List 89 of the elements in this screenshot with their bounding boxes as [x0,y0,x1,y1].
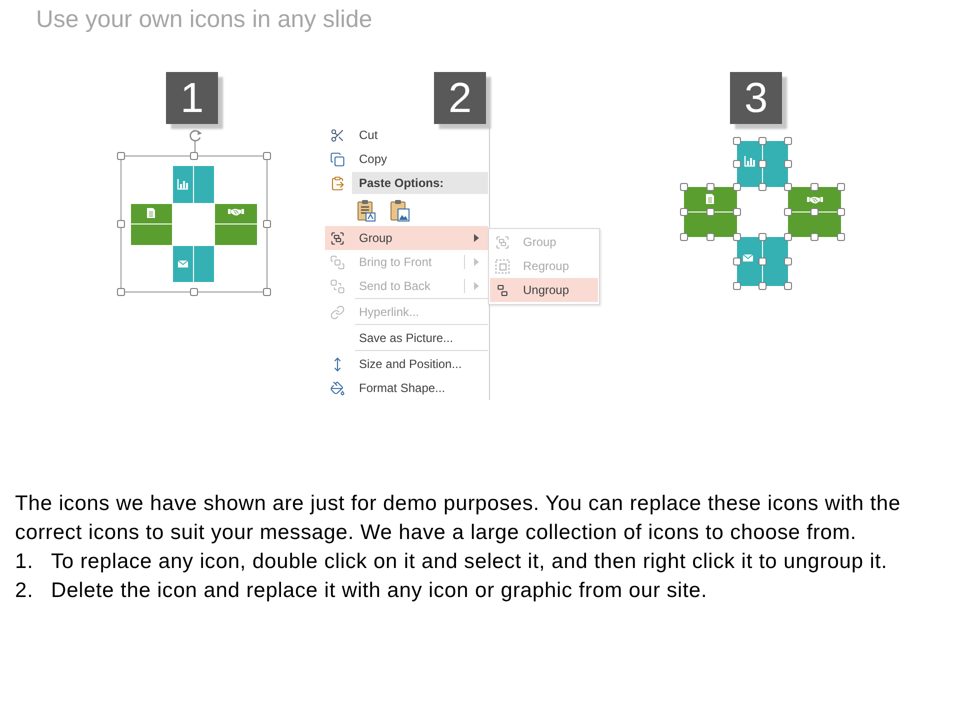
selection-handle[interactable] [733,208,741,216]
selection-handle[interactable] [733,160,741,168]
selection-handle[interactable] [706,183,714,191]
selection-handle[interactable] [758,258,766,266]
instruction-text: Delete the icon and replace it with any icon or graphic from our site. [51,578,708,604]
selection-handle[interactable] [706,233,714,241]
tile [173,166,193,203]
selection-handle[interactable] [784,282,792,290]
rotate-handle-icon[interactable] [190,130,202,153]
selection-handle[interactable] [733,258,741,266]
slide-title: Use your own icons in any slide [36,6,372,34]
selection-handle[interactable] [733,282,741,290]
selection-handle[interactable] [758,282,766,290]
selection-handle[interactable] [190,288,198,296]
selection-handle[interactable] [263,288,271,296]
selection-handle[interactable] [784,183,792,191]
selection-handle[interactable] [117,152,125,160]
tile [788,212,841,237]
handshake-icon [807,196,823,204]
selection-handle[interactable] [758,183,766,191]
menu-item[interactable]: Ungroup [490,278,598,302]
selection-handle[interactable] [837,208,845,216]
bring-to-front-icon [330,254,345,270]
tile [194,246,214,282]
menu-item[interactable]: Group [325,226,488,250]
description-text: The icons we have shown are just for demo purposes. You can replace these icons with the correct icons to suit your message. We have a large collection of icons to choose from. [15,491,902,546]
tile [131,224,172,245]
selection-handle[interactable] [263,220,271,228]
selection-handle[interactable] [758,137,766,145]
selection-handle[interactable] [733,137,741,145]
selection-handle[interactable] [837,183,845,191]
selection-handle[interactable] [784,160,792,168]
selection-handle[interactable] [758,233,766,241]
tile [215,224,257,245]
link-icon [330,304,345,320]
selection-handle[interactable] [784,137,792,145]
document-icon [706,194,714,204]
group-icon [330,230,345,246]
menu-item[interactable]: Format Shape... [325,376,488,400]
menu-item[interactable]: Cut [325,123,488,147]
step-badge: 3 [730,72,782,124]
selection-handle[interactable] [733,183,741,191]
bar-chart-icon [177,179,188,190]
step-badge: 1 [166,72,218,124]
tile [194,166,214,203]
ungroup-icon [494,282,510,298]
tile [684,212,737,237]
selection-handle[interactable] [733,233,741,241]
scissors-icon [330,128,345,142]
selection-handle[interactable] [810,233,818,241]
dashed-square-icon [494,258,510,274]
selection-handle[interactable] [117,288,125,296]
tile [215,204,257,224]
tile [763,141,788,187]
document-icon [147,208,155,218]
tile [173,246,193,282]
step-badge: 2 [434,72,486,124]
clipboard-icon [330,176,345,190]
selection-handle[interactable] [706,208,714,216]
selection-handle[interactable] [680,208,688,216]
copy-icon [330,152,345,166]
clipboard-picture-icon[interactable] [390,199,410,222]
selection-handle[interactable] [758,160,766,168]
clipboard-text-icon[interactable] [357,199,377,222]
selection-handle[interactable] [680,233,688,241]
paint-bucket-icon [330,380,345,396]
selection-handle[interactable] [784,233,792,241]
selection-handle[interactable] [680,183,688,191]
selection-handle[interactable] [190,152,198,160]
menu-item[interactable]: Copy [325,147,488,171]
selection-handle[interactable] [117,220,125,228]
list-number: 1. [15,549,34,575]
instruction-text: To replace any icon, double click on it and select it, and then right click it to ungroup it. [51,549,888,575]
section-header: Paste Options: [352,172,488,194]
send-to-back-icon [330,278,345,294]
selection-handle[interactable] [263,152,271,160]
selection-handle[interactable] [784,208,792,216]
group-icon [494,234,510,250]
handshake-icon [228,208,244,216]
envelope-icon [178,260,188,268]
selection-handle[interactable] [784,258,792,266]
envelope-icon [742,254,754,262]
selection-handle[interactable] [810,183,818,191]
selection-handle[interactable] [810,208,818,216]
tile [131,204,172,224]
list-number: 2. [15,578,34,604]
selection-handle[interactable] [837,233,845,241]
bar-chart-icon [744,156,755,167]
tile [763,237,788,286]
